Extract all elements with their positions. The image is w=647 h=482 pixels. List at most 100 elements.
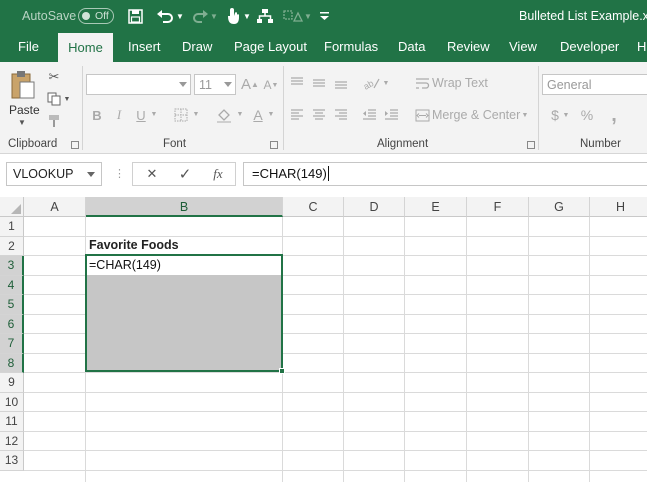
wrap-text-icon[interactable] (413, 74, 431, 92)
tab-home[interactable]: Home (58, 33, 113, 62)
number-format-combo[interactable]: General (542, 74, 647, 95)
autosave-toggle[interactable]: Off (78, 8, 114, 24)
tab-page-layout[interactable]: Page Layout (234, 32, 307, 62)
column-header-e[interactable]: E (405, 197, 467, 217)
borders-icon[interactable] (172, 106, 190, 124)
selection-border (85, 254, 283, 372)
decrease-indent-icon[interactable] (360, 106, 378, 124)
clipboard-launcher-icon[interactable] (71, 141, 79, 149)
comma-style-icon[interactable]: , (606, 104, 622, 126)
row-header-13[interactable]: 13 (0, 451, 24, 471)
column-header-g[interactable]: G (529, 197, 590, 217)
name-box[interactable]: VLOOKUP (6, 162, 102, 186)
row-gridline (24, 411, 647, 412)
fill-color-icon[interactable] (214, 105, 234, 125)
align-center-icon[interactable] (310, 106, 328, 124)
alignment-launcher-icon[interactable] (527, 141, 535, 149)
format-painter-icon[interactable] (45, 112, 63, 130)
formula-bar-grip-icon[interactable]: ⋮ (114, 166, 125, 182)
orientation-icon[interactable]: ab (360, 74, 382, 92)
row-header-7[interactable]: 7 (0, 334, 24, 354)
hierarchy-icon[interactable] (255, 6, 275, 26)
fill-handle[interactable] (279, 368, 285, 374)
underline-icon[interactable]: U (134, 106, 148, 124)
orientation-dropdown-icon[interactable]: ▼ (382, 78, 390, 88)
row-header-3[interactable]: 3 (0, 256, 24, 276)
column-header-f[interactable]: F (467, 197, 529, 217)
excel-window: AutoSave Off ▼ ▼ ▼ ▼ Bulleted List Examp… (0, 0, 647, 482)
column-header-d[interactable]: D (344, 197, 405, 217)
row-header-11[interactable]: 11 (0, 412, 24, 432)
align-right-icon[interactable] (332, 106, 350, 124)
align-left-icon[interactable] (288, 106, 306, 124)
merge-dropdown-icon[interactable]: ▼ (521, 110, 529, 120)
tab-insert[interactable]: Insert (128, 32, 161, 62)
row-header-6[interactable]: 6 (0, 314, 24, 334)
column-header-c[interactable]: C (283, 197, 344, 217)
tab-file[interactable]: File (18, 32, 39, 62)
undo-dropdown-icon[interactable]: ▼ (176, 6, 184, 26)
copy-dropdown-icon[interactable]: ▼ (63, 95, 71, 103)
increase-indent-icon[interactable] (382, 106, 400, 124)
cut-icon[interactable]: ✂ (45, 68, 63, 86)
currency-dropdown-icon[interactable]: ▼ (562, 110, 570, 120)
align-middle-icon[interactable] (310, 74, 328, 92)
formula-input[interactable]: =CHAR(149) (243, 162, 647, 186)
underline-dropdown-icon[interactable]: ▼ (150, 109, 158, 119)
enter-icon[interactable]: ✓ (174, 165, 196, 183)
tab-data[interactable]: Data (398, 32, 425, 62)
customize-qat-icon[interactable] (318, 6, 330, 26)
wrap-text-label[interactable]: Wrap Text (432, 76, 488, 90)
align-top-icon[interactable] (288, 74, 306, 92)
align-bottom-icon[interactable] (332, 74, 350, 92)
paste-icon[interactable] (8, 70, 38, 100)
row-header-2[interactable]: 2 (0, 236, 24, 256)
tab-review[interactable]: Review (447, 32, 490, 62)
select-all-button[interactable] (0, 197, 24, 217)
text-caret (327, 166, 329, 181)
font-name-combo[interactable] (86, 74, 191, 95)
bold-icon[interactable]: B (90, 106, 104, 124)
column-header-b[interactable]: B (86, 197, 283, 217)
row-header-8[interactable]: 8 (0, 353, 24, 373)
redo-icon (191, 6, 211, 26)
insert-function-icon[interactable]: fx (207, 165, 229, 183)
row-header-10[interactable]: 10 (0, 392, 24, 412)
italic-icon[interactable]: I (112, 106, 126, 124)
touch-dropdown-icon[interactable]: ▼ (243, 6, 251, 26)
save-icon[interactable] (125, 6, 145, 26)
copy-icon[interactable] (45, 90, 63, 108)
cancel-icon[interactable]: ✕ (141, 165, 163, 183)
undo-icon[interactable] (154, 6, 176, 26)
percent-icon[interactable]: % (579, 106, 595, 124)
tab-formulas[interactable]: Formulas (324, 32, 378, 62)
tab-view[interactable]: View (509, 32, 537, 62)
tab-developer[interactable]: Developer (560, 32, 619, 62)
font-color-icon[interactable]: A (250, 105, 266, 125)
increase-font-icon[interactable]: A ▲ (241, 74, 259, 94)
row-header-1[interactable]: 1 (0, 217, 24, 237)
borders-dropdown-icon[interactable]: ▼ (192, 109, 200, 119)
column-header-a[interactable]: A (24, 197, 86, 217)
currency-icon[interactable]: $ (548, 106, 562, 124)
merge-center-label[interactable]: Merge & Center (432, 108, 520, 122)
touch-mode-icon[interactable] (223, 6, 243, 26)
worksheet-grid[interactable]: Favorite Foods =CHAR(149) ABCDEFGH123456… (0, 197, 647, 482)
tab-help-partial[interactable]: H (637, 32, 646, 62)
decrease-font-icon[interactable]: A ▼ (262, 76, 280, 94)
merge-center-icon[interactable] (413, 106, 431, 124)
fill-dropdown-icon[interactable]: ▼ (236, 109, 244, 119)
cell-b2[interactable]: Favorite Foods (89, 238, 179, 252)
row-header-9[interactable]: 9 (0, 373, 24, 393)
column-header-h[interactable]: H (590, 197, 647, 217)
font-launcher-icon[interactable] (270, 141, 278, 149)
row-header-4[interactable]: 4 (0, 275, 24, 295)
tab-draw[interactable]: Draw (182, 32, 212, 62)
font-size-combo[interactable]: 11 (194, 74, 236, 95)
paste-dropdown-icon[interactable]: ▼ (17, 118, 27, 127)
paste-label[interactable]: Paste (9, 103, 40, 117)
row-header-12[interactable]: 12 (0, 431, 24, 451)
name-box-value: VLOOKUP (13, 167, 74, 181)
font-color-dropdown-icon[interactable]: ▼ (267, 109, 275, 119)
row-header-5[interactable]: 5 (0, 295, 24, 315)
